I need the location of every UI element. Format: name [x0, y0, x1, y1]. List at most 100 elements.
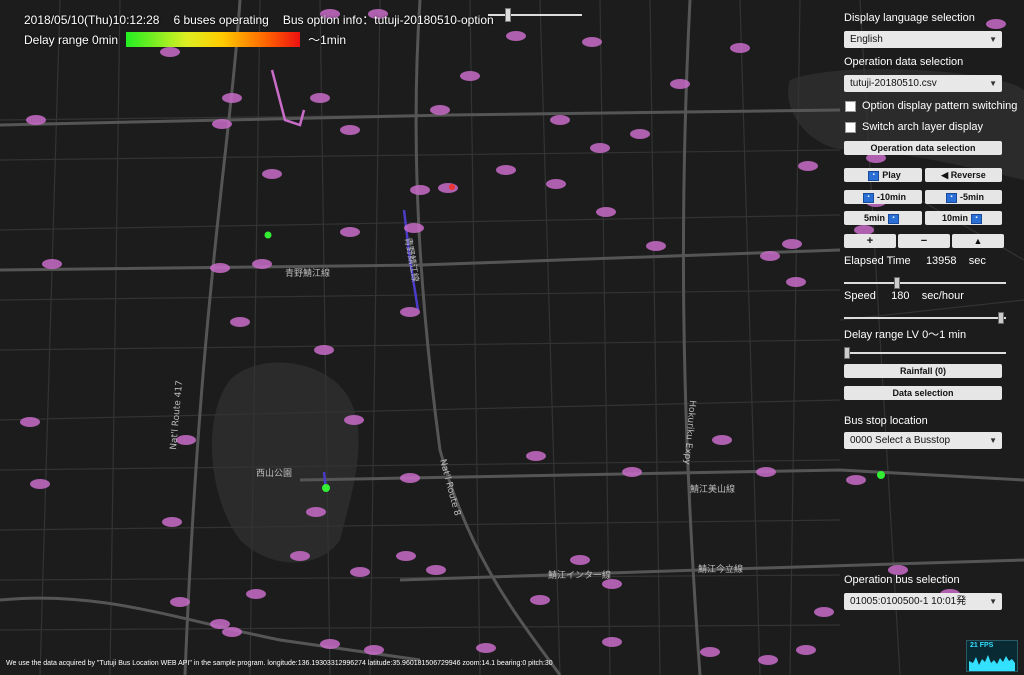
bus-marker[interactable] [449, 184, 455, 190]
bus-stop-marker[interactable] [622, 467, 642, 477]
elapsed-slider[interactable] [844, 277, 1006, 289]
bus-stop-marker[interactable] [670, 79, 690, 89]
bus-stop-marker[interactable] [310, 93, 330, 103]
bus-stop-marker[interactable] [210, 619, 230, 629]
bus-stop-marker[interactable] [546, 179, 566, 189]
bus-stop-marker[interactable] [42, 259, 62, 269]
bus-stop-marker[interactable] [426, 565, 446, 575]
bus-stop-marker[interactable] [846, 475, 866, 485]
bus-stop-marker[interactable] [646, 241, 666, 251]
bus-stop-marker[interactable] [222, 627, 242, 637]
plus10-button[interactable]: 10min ▪ [925, 211, 1002, 225]
bus-stop-marker[interactable] [700, 647, 720, 657]
bus-stop-marker[interactable] [400, 307, 420, 317]
bus-marker[interactable] [877, 471, 885, 479]
option-slider[interactable] [488, 8, 582, 22]
checkbox-box[interactable] [845, 100, 856, 112]
speed-value: 180 [891, 290, 910, 302]
bus-stop-marker[interactable] [496, 165, 516, 175]
bus-stop-marker[interactable] [290, 551, 310, 561]
bus-stop-marker[interactable] [786, 277, 806, 287]
bus-stop-marker[interactable] [350, 567, 370, 577]
bus-stop-marker[interactable] [758, 655, 778, 665]
bus-stop-marker[interactable] [230, 317, 250, 327]
data-selection-button[interactable]: Data selection [844, 386, 1002, 400]
zoom-out-button[interactable]: − [898, 234, 950, 248]
compass-button[interactable]: ▲ [952, 234, 1004, 248]
bus-marker[interactable] [264, 231, 272, 239]
bus-stop-marker[interactable] [340, 125, 360, 135]
bus-stop-marker[interactable] [582, 37, 602, 47]
bus-stop-marker[interactable] [210, 263, 230, 273]
media-icon: ▪ [868, 170, 880, 181]
slider-track [844, 317, 1006, 319]
minus10-button[interactable]: ▪ -10min [844, 190, 922, 204]
bus-stop-marker[interactable] [712, 435, 732, 445]
bus-stop-marker[interactable] [796, 645, 816, 655]
bus-stop-marker[interactable] [460, 71, 480, 81]
operation-data-button[interactable]: Operation data selection [844, 141, 1002, 155]
bus-marker[interactable] [322, 484, 330, 492]
bus-stop-marker[interactable] [596, 207, 616, 217]
bus-stop-marker[interactable] [590, 143, 610, 153]
bus-stop-marker[interactable] [400, 473, 420, 483]
operation-data-select[interactable]: tutuji-20180510.csv ▼ [844, 75, 1002, 92]
bus-stop-marker[interactable] [782, 239, 802, 249]
minus5-button[interactable]: ▪ -5min [925, 190, 1002, 204]
bus-stop-marker[interactable] [550, 115, 570, 125]
bus-stop-marker[interactable] [730, 43, 750, 53]
bus-stop-marker[interactable] [526, 451, 546, 461]
bus-stop-marker[interactable] [212, 119, 232, 129]
bus-stop-marker[interactable] [506, 31, 526, 41]
bus-stop-marker[interactable] [170, 597, 190, 607]
bus-stop-marker[interactable] [404, 223, 424, 233]
bus-stop-marker[interactable] [986, 19, 1006, 29]
plus5-button[interactable]: 5min ▪ [844, 211, 922, 225]
bus-stop-marker[interactable] [756, 467, 776, 477]
option-pattern-checkbox[interactable]: Option display pattern switching [845, 100, 1017, 112]
bus-stop-marker[interactable] [30, 479, 50, 489]
bus-stop-marker[interactable] [344, 415, 364, 425]
reverse-button[interactable]: ◀ Reverse [925, 168, 1002, 182]
slider-thumb[interactable] [998, 312, 1004, 324]
option-slider-thumb[interactable] [505, 8, 511, 22]
slider-thumb[interactable] [844, 347, 850, 359]
bus-stop-marker[interactable] [26, 115, 46, 125]
bus-stop-marker[interactable] [222, 93, 242, 103]
bus-stop-marker[interactable] [760, 251, 780, 261]
rainfall-button[interactable]: Rainfall (0) [844, 364, 1002, 378]
bus-stop-marker[interactable] [160, 47, 180, 57]
busstop-select[interactable]: 0000 Select a Busstop ▼ [844, 432, 1002, 449]
bus-stop-marker[interactable] [340, 227, 360, 237]
bus-stop-marker[interactable] [438, 183, 458, 193]
bus-stop-marker[interactable] [252, 259, 272, 269]
delay-range-slider[interactable] [844, 347, 1006, 359]
bus-stop-marker[interactable] [410, 185, 430, 195]
bus-stop-marker[interactable] [20, 417, 40, 427]
zoom-in-button[interactable]: + [844, 234, 896, 248]
bus-stop-marker[interactable] [314, 345, 334, 355]
checkbox-box[interactable] [845, 121, 856, 133]
bus-stop-marker[interactable] [476, 643, 496, 653]
bus-stop-marker[interactable] [246, 589, 266, 599]
minus10-label: -10min [876, 192, 906, 202]
operation-bus-select[interactable]: 01005:0100500-1 10:01発 ▼ [844, 593, 1002, 610]
speed-slider[interactable] [844, 312, 1006, 324]
arch-layer-checkbox[interactable]: Switch arch layer display [845, 121, 983, 133]
bus-stop-marker[interactable] [262, 169, 282, 179]
display-language-select[interactable]: English ▼ [844, 31, 1002, 48]
play-button[interactable]: ▪ Play [844, 168, 922, 182]
bus-stop-marker[interactable] [530, 595, 550, 605]
bus-stop-marker[interactable] [630, 129, 650, 139]
bus-stop-marker[interactable] [570, 555, 590, 565]
bus-stop-marker[interactable] [364, 645, 384, 655]
bus-stop-marker[interactable] [602, 637, 622, 647]
bus-stop-marker[interactable] [320, 639, 340, 649]
bus-stop-marker[interactable] [430, 105, 450, 115]
bus-stop-marker[interactable] [306, 507, 326, 517]
bus-stop-marker[interactable] [162, 517, 182, 527]
bus-stop-marker[interactable] [798, 161, 818, 171]
slider-thumb[interactable] [894, 277, 900, 289]
bus-stop-marker[interactable] [814, 607, 834, 617]
bus-stop-marker[interactable] [396, 551, 416, 561]
